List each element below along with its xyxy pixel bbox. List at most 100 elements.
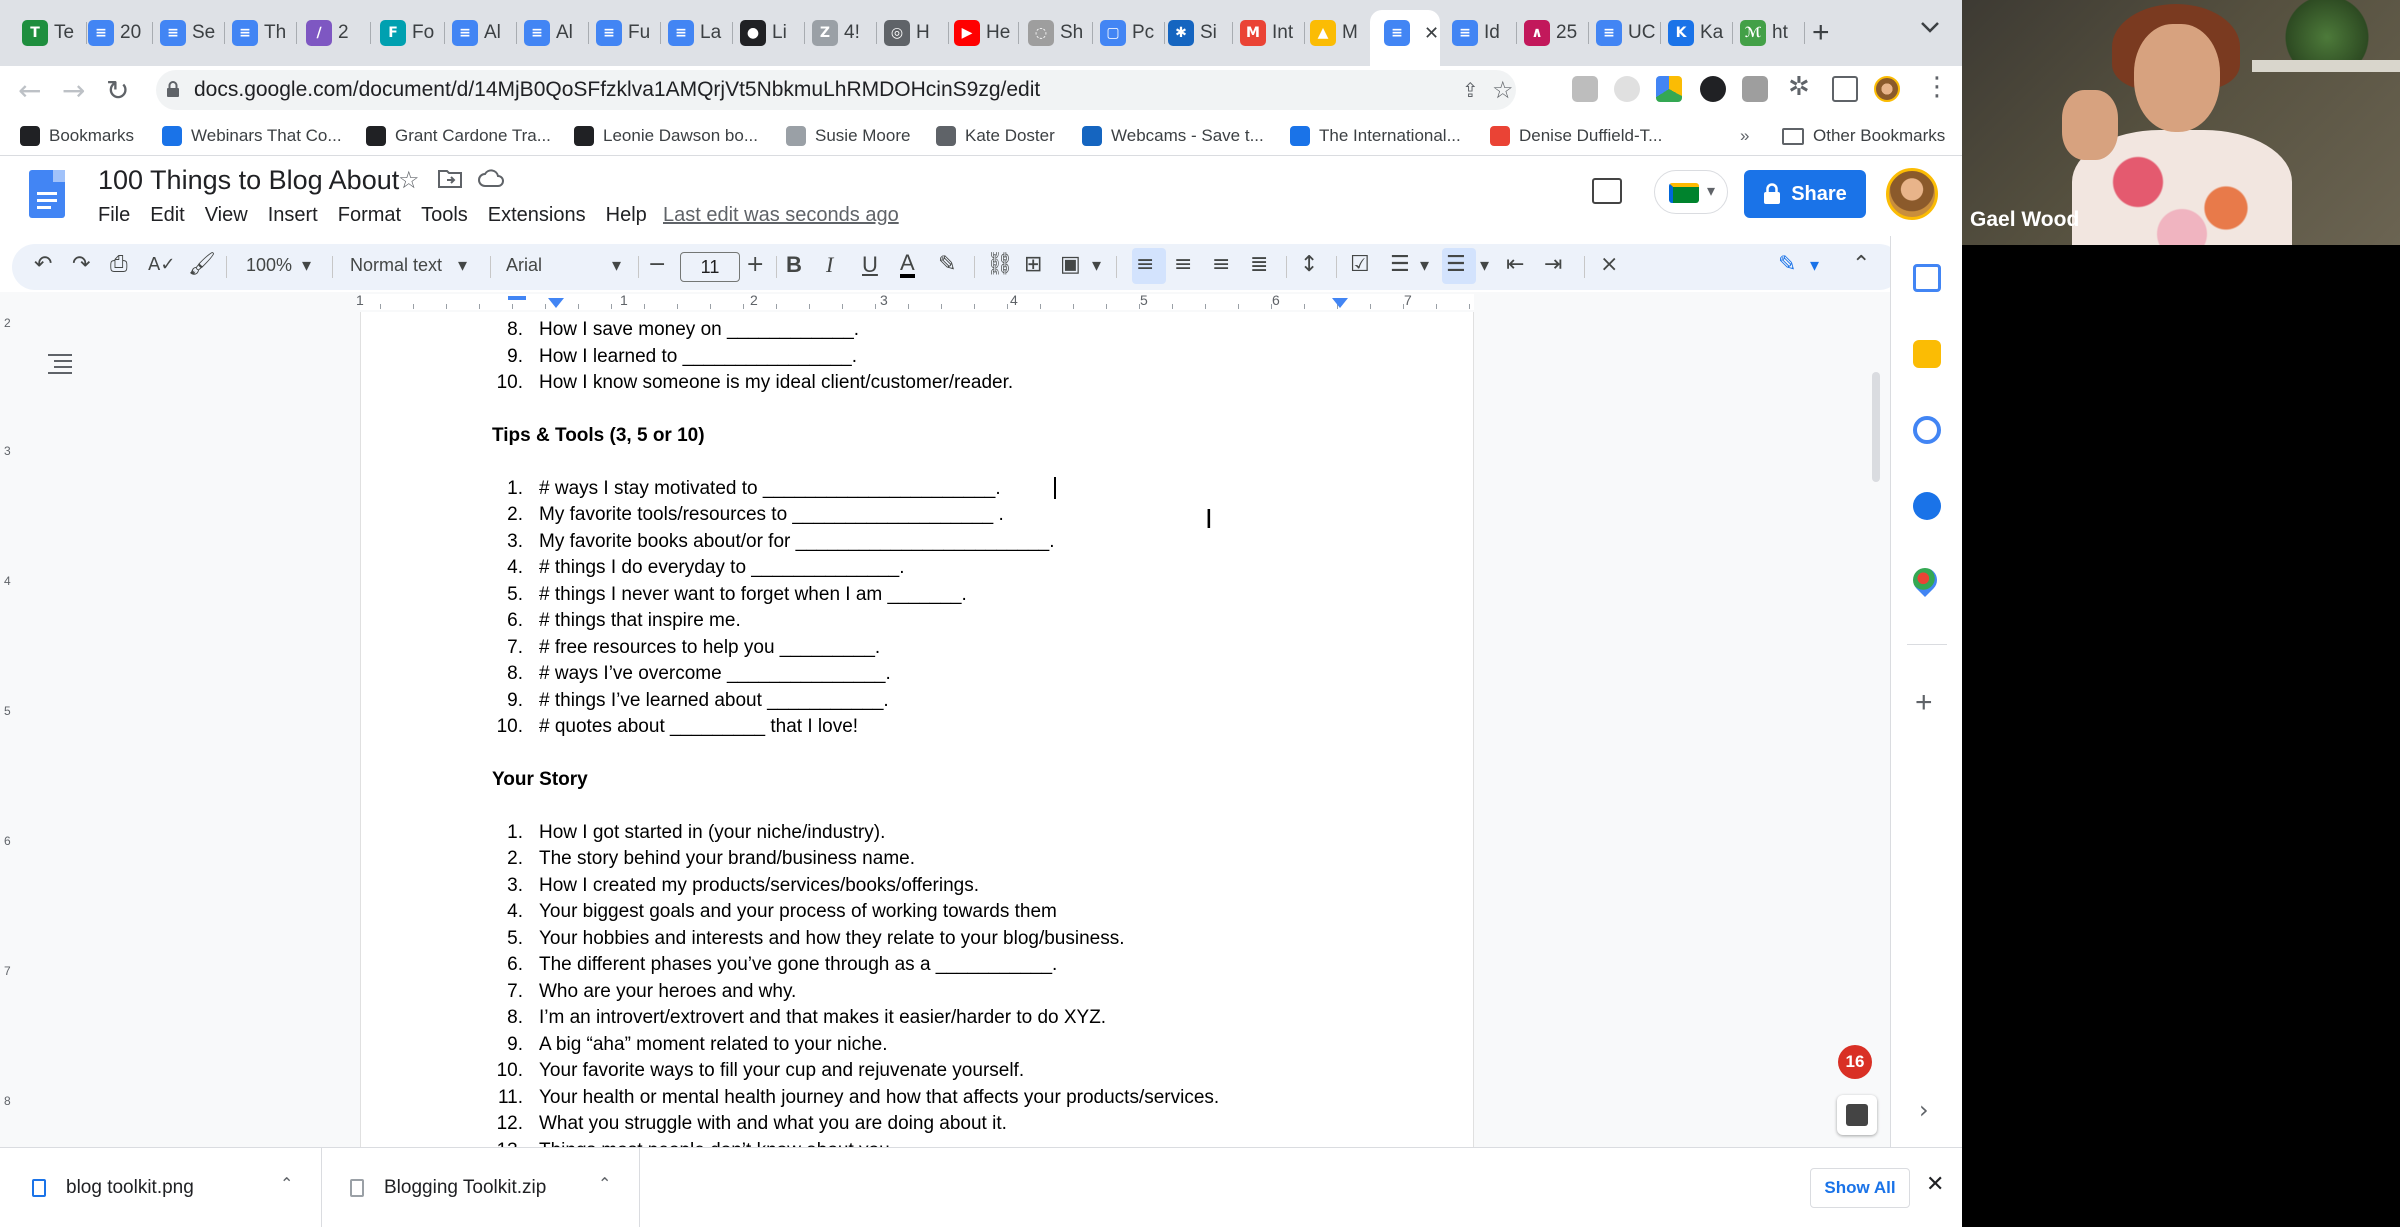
notification-badge[interactable]: 16 [1838, 1045, 1872, 1079]
tasks-icon[interactable] [1913, 416, 1941, 444]
browser-tab[interactable]: ≡ Al [452, 15, 501, 51]
keep-icon[interactable] [1913, 340, 1941, 368]
tab-close-icon[interactable]: ✕ [1424, 23, 1439, 44]
redo-icon[interactable]: ↷ [72, 252, 90, 277]
menu-insert[interactable]: Insert [268, 204, 318, 227]
bookmark-item[interactable]: The International... [1290, 122, 1461, 150]
bookmark-star-icon[interactable]: ☆ [1492, 76, 1514, 104]
move-folder-icon[interactable] [438, 168, 462, 194]
share-button[interactable]: Share [1744, 170, 1866, 218]
collapse-side-panel-icon[interactable]: › [1919, 1096, 1929, 1124]
checklist-icon[interactable]: ☑ [1350, 252, 1370, 277]
address-bar[interactable]: docs.google.com/document/d/14MjB0QoSFfzk… [156, 70, 1516, 110]
clear-formatting-icon[interactable]: ⨯ [1600, 252, 1618, 277]
bold-button[interactable]: B [786, 252, 802, 278]
add-comment-icon[interactable]: ⊞ [1024, 252, 1042, 277]
align-left-icon[interactable]: ≡ [1136, 252, 1154, 277]
document-page[interactable]: 8. How I save money on ____________. 9. How… [360, 312, 1474, 1147]
back-button[interactable]: ← [18, 74, 41, 107]
active-tab[interactable]: ≡ ✕ [1370, 10, 1440, 66]
extension-icon[interactable] [1700, 76, 1726, 102]
meet-button[interactable]: ▾ [1654, 170, 1728, 214]
explore-button[interactable] [1837, 1095, 1877, 1135]
underline-button[interactable]: U [862, 252, 878, 278]
browser-tab[interactable]: ≡ Fu [596, 15, 650, 51]
bulleted-list-icon[interactable]: ☰ [1390, 252, 1410, 277]
first-line-indent-icon[interactable] [548, 298, 564, 310]
chevron-up-icon[interactable]: ⌃ [280, 1174, 293, 1193]
list-item[interactable]: 6. The different phases you’ve gone throu… [483, 954, 1057, 976]
calendar-icon[interactable] [1913, 264, 1941, 292]
browser-menu-icon[interactable]: ⋮ [1924, 72, 1950, 102]
download-item[interactable]: blog toolkit.png ⌃ [0, 1148, 322, 1227]
browser-tab[interactable]: ▶ He [954, 15, 1010, 51]
docs-logo-icon[interactable] [29, 170, 65, 218]
list-item[interactable]: 11. Your health or mental health journey … [483, 1087, 1219, 1109]
right-indent-marker-icon[interactable] [1332, 298, 1348, 310]
increase-font-size-button[interactable]: + [746, 252, 764, 277]
bookmark-item[interactable]: Webcams - Save t... [1082, 122, 1264, 150]
section-heading[interactable]: Your Story [492, 769, 588, 791]
list-item[interactable]: 10. # quotes about _________ that I love! [483, 716, 858, 738]
menu-view[interactable]: View [205, 204, 248, 227]
bookmark-item[interactable]: Webinars That Co... [162, 122, 342, 150]
browser-tab[interactable]: Z 4! [812, 15, 860, 51]
menu-help[interactable]: Help [606, 204, 647, 227]
list-item[interactable]: 3. My favorite books about/or for _______… [483, 531, 1054, 553]
browser-tab[interactable]: ≡ 20 [88, 15, 141, 51]
hide-menus-chevron-icon[interactable]: ⌃ [1852, 252, 1870, 277]
italic-button[interactable]: I [826, 252, 833, 278]
list-item[interactable]: 8. I’m an introvert/extrovert and that ma… [483, 1007, 1106, 1029]
document-canvas[interactable]: 8. How I save money on ____________. 9. How… [18, 312, 1890, 1147]
chevron-up-icon[interactable]: ⌃ [598, 1174, 611, 1193]
extension-icon[interactable] [1614, 76, 1640, 102]
menu-extensions[interactable]: Extensions [488, 204, 586, 227]
numbered-list-icon[interactable]: ☰ [1446, 252, 1466, 277]
browser-tab[interactable]: K Ka [1668, 15, 1723, 51]
horizontal-ruler[interactable]: 1 1 2 3 4 5 6 7 [0, 292, 1890, 312]
list-item[interactable]: 10. Your favorite ways to fill your cup a… [483, 1060, 1025, 1082]
cloud-saved-icon[interactable] [478, 168, 504, 194]
menu-tools[interactable]: Tools [421, 204, 468, 227]
list-item[interactable]: 1. # ways I stay motivated to ___________… [483, 478, 1000, 500]
spellcheck-icon[interactable]: A✓ [148, 254, 175, 275]
list-item[interactable]: 8. How I save money on ____________. [483, 319, 859, 341]
browser-tab[interactable]: ◌ Sh [1028, 15, 1083, 51]
menu-file[interactable]: File [98, 204, 130, 227]
browser-tab[interactable]: ◎ H [884, 15, 930, 51]
highlight-color-icon[interactable]: ✎ [938, 252, 956, 277]
close-downloads-icon[interactable]: ✕ [1926, 1172, 1944, 1197]
browser-tab[interactable]: ∧ 25 [1524, 15, 1577, 51]
bookmark-item[interactable]: Kate Doster [936, 122, 1055, 150]
document-title[interactable]: 100 Things to Blog About [98, 165, 399, 196]
paint-format-icon[interactable]: 🖌 [188, 252, 216, 277]
browser-tab[interactable]: ≡ Al [524, 15, 573, 51]
browser-tab[interactable]: T Te [22, 15, 74, 51]
user-avatar[interactable] [1886, 168, 1938, 220]
list-item[interactable]: 5. # things I never want to forget when I… [483, 584, 967, 606]
left-indent-marker-icon[interactable] [508, 296, 530, 310]
share-page-icon[interactable]: ⇪ [1462, 78, 1479, 102]
increase-indent-icon[interactable]: ⇥ [1544, 252, 1562, 277]
list-item[interactable]: 8. # ways I’ve overcome _______________. [483, 663, 891, 685]
forward-button[interactable]: → [62, 74, 85, 107]
insert-link-icon[interactable]: ⛓ [986, 252, 1014, 277]
list-item[interactable]: 4. # things I do everyday to ____________… [483, 557, 904, 579]
last-edit-link[interactable]: Last edit was seconds ago [663, 204, 899, 227]
browser-tab[interactable]: ≡ UC [1596, 15, 1655, 51]
list-item[interactable]: 5. Your hobbies and interests and how the… [483, 928, 1124, 950]
browser-tab[interactable]: M Int [1240, 15, 1293, 51]
insert-image-icon[interactable]: ▣ [1060, 252, 1081, 277]
browser-tab[interactable]: ● Li [740, 15, 787, 51]
font-select[interactable]: Arial [506, 255, 542, 276]
menu-format[interactable]: Format [338, 204, 401, 227]
browser-tab[interactable]: ≡ Se [160, 15, 215, 51]
editing-mode-icon[interactable]: ✎ [1778, 252, 1796, 277]
align-center-icon[interactable]: ≡ [1174, 252, 1192, 277]
bookmark-item[interactable]: Susie Moore [786, 122, 910, 150]
font-size-input[interactable]: 11 [680, 252, 740, 282]
bookmark-item[interactable]: Bookmarks [20, 122, 134, 150]
browser-tab[interactable]: ✱ Si [1168, 15, 1217, 51]
list-item[interactable]: 7. Who are your heroes and why. [483, 981, 796, 1003]
browser-tab[interactable]: ≡ Th [232, 15, 286, 51]
